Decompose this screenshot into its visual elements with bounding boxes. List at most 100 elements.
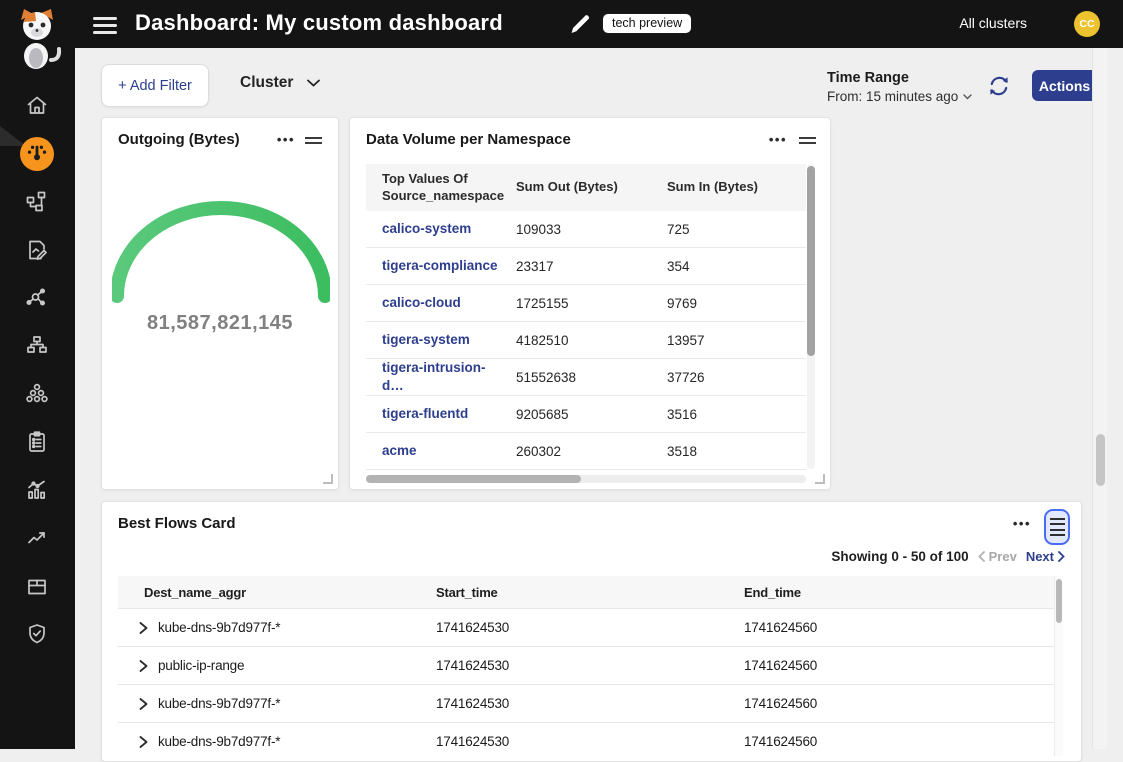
namespace-link[interactable]: tigera-compliance [382,258,498,273]
sidebar-item-clusters[interactable] [24,381,50,407]
namespace-link[interactable]: tigera-fluentd [382,406,468,421]
start-time: 1741624530 [410,620,718,635]
sum-in-value: 3516 [651,407,806,422]
sidebar-item-workloads[interactable] [24,573,50,599]
refresh-button[interactable] [987,74,1011,98]
cluster-nodes-icon [25,382,49,406]
scrollbar-thumb[interactable] [366,475,581,483]
end-time: 1741624560 [718,620,1054,635]
namespace-link[interactable]: tigera-intrusion-d… [382,360,486,393]
cluster-scope-selector[interactable]: All clusters [959,15,1027,31]
table-header-row: Dest_name_aggr Start_time End_time [118,576,1054,608]
refresh-icon [987,74,1011,98]
connections-icon [25,286,49,310]
actions-button[interactable]: Actions [1032,70,1097,101]
home-icon [25,94,49,118]
sum-out-value: 260302 [500,444,651,459]
sidebar-item-reports[interactable] [24,237,50,263]
card-menu-icon[interactable]: ••• [1013,516,1031,531]
card-resize-handle[interactable] [815,474,825,484]
sidebar-item-dashboards[interactable] [20,137,54,171]
card-menu-icon[interactable]: ••• [769,132,787,147]
sum-in-value: 3518 [651,444,806,459]
table-row[interactable]: kube-dns-9b7d977f-* 1741624530 174162456… [118,722,1054,760]
sum-out-value: 51552638 [500,370,651,385]
namespace-link[interactable]: calico-system [382,221,471,236]
next-page-button[interactable]: Next [1026,549,1065,564]
chevron-right-icon [1058,551,1065,562]
cluster-filter-label: Cluster [240,74,293,92]
scrollbar-thumb[interactable] [1096,434,1105,486]
dest-name: kube-dns-9b7d977f-* [158,734,280,749]
chevron-down-icon [307,79,320,87]
service-graph-icon [25,190,49,214]
card-title: Best Flows Card [118,515,236,532]
sidebar-item-security[interactable] [24,621,50,647]
namespace-link[interactable]: acme [382,443,417,458]
sidebar-item-policies[interactable] [24,429,50,455]
column-header: Sum Out (Bytes) [500,179,651,196]
table-row[interactable]: kube-dns-9b7d977f-* 1741624530 174162456… [118,608,1054,646]
tech-preview-badge: tech preview [602,13,692,34]
drag-handle-icon[interactable] [799,134,816,147]
start-time: 1741624530 [410,658,718,673]
pagination-status: Showing 0 - 50 of 100 [831,549,968,564]
scrollbar-thumb[interactable] [1056,579,1062,623]
hamburger-menu-icon[interactable] [93,13,119,35]
table-row: tigera-compliance 23317 354 [366,248,806,285]
pencil-icon [568,12,592,36]
sum-in-value: 13957 [651,333,806,348]
sum-out-value: 23317 [500,259,651,274]
end-time: 1741624560 [718,696,1054,711]
calico-cat-logo[interactable] [11,8,63,75]
table-header-row: Top Values Of Source_namespace Sum Out (… [366,164,806,211]
report-edit-icon [25,238,49,262]
top-bar: Dashboard: My custom dashboard tech prev… [0,0,1123,48]
sum-in-value: 354 [651,259,806,274]
gauge-value: 81,587,821,145 [102,312,338,335]
namespace-link[interactable]: tigera-system [382,332,470,347]
sum-out-value: 9205685 [500,407,651,422]
sidebar-item-service-graph[interactable] [24,189,50,215]
drag-handle-focused[interactable] [1044,509,1070,545]
package-box-icon [25,574,49,598]
end-time: 1741624560 [718,734,1054,749]
dashboard-gauge-icon [22,139,52,169]
namespace-link[interactable]: calico-cloud [382,295,461,310]
time-range-label: Time Range [827,70,972,86]
sidebar-item-trends[interactable] [24,525,50,551]
card-resize-handle[interactable] [323,474,333,484]
cluster-filter-dropdown[interactable]: Cluster [240,74,320,92]
table-horizontal-scrollbar[interactable] [366,475,806,483]
page-title: Dashboard: My custom dashboard [135,10,503,36]
table-row: acme 260302 3518 [366,433,806,470]
expand-row-icon[interactable] [139,698,148,710]
chevron-left-icon [978,551,985,562]
sidebar-item-flow-visualizations[interactable] [24,285,50,311]
table-row[interactable]: kube-dns-9b7d977f-* 1741624530 174162456… [118,684,1054,722]
table-vertical-scrollbar[interactable] [807,164,815,469]
card-menu-icon[interactable]: ••• [277,132,295,147]
dest-name: public-ip-range [158,658,244,673]
column-header: End_time [718,585,1054,600]
drag-handle-icon[interactable] [305,134,322,147]
sidebar-item-statistics[interactable] [24,477,50,503]
sidebar-item-home[interactable] [24,93,50,119]
expand-row-icon[interactable] [139,660,148,672]
table-row: tigera-intrusion-d… 51552638 37726 [366,359,806,396]
expand-row-icon[interactable] [139,622,148,634]
sidebar-item-sitemap[interactable] [24,333,50,359]
add-filter-button[interactable]: + Add Filter [101,64,209,107]
user-avatar[interactable]: CC [1074,11,1100,37]
scrollbar-thumb[interactable] [807,166,815,356]
page-vertical-scrollbar[interactable] [1092,48,1107,749]
time-range-value-dropdown[interactable]: From: 15 minutes ago [827,89,972,104]
table-vertical-scrollbar[interactable] [1054,576,1063,756]
prev-page-button[interactable]: Prev [978,549,1017,564]
column-header: Dest_name_aggr [118,585,410,600]
end-time: 1741624560 [718,658,1054,673]
table-row[interactable]: public-ip-range 1741624530 1741624560 [118,646,1054,684]
expand-row-icon[interactable] [139,736,148,748]
best-flows-card: Best Flows Card ••• Showing 0 - 50 of 10… [101,501,1082,762]
edit-dashboard-button[interactable] [568,12,592,36]
